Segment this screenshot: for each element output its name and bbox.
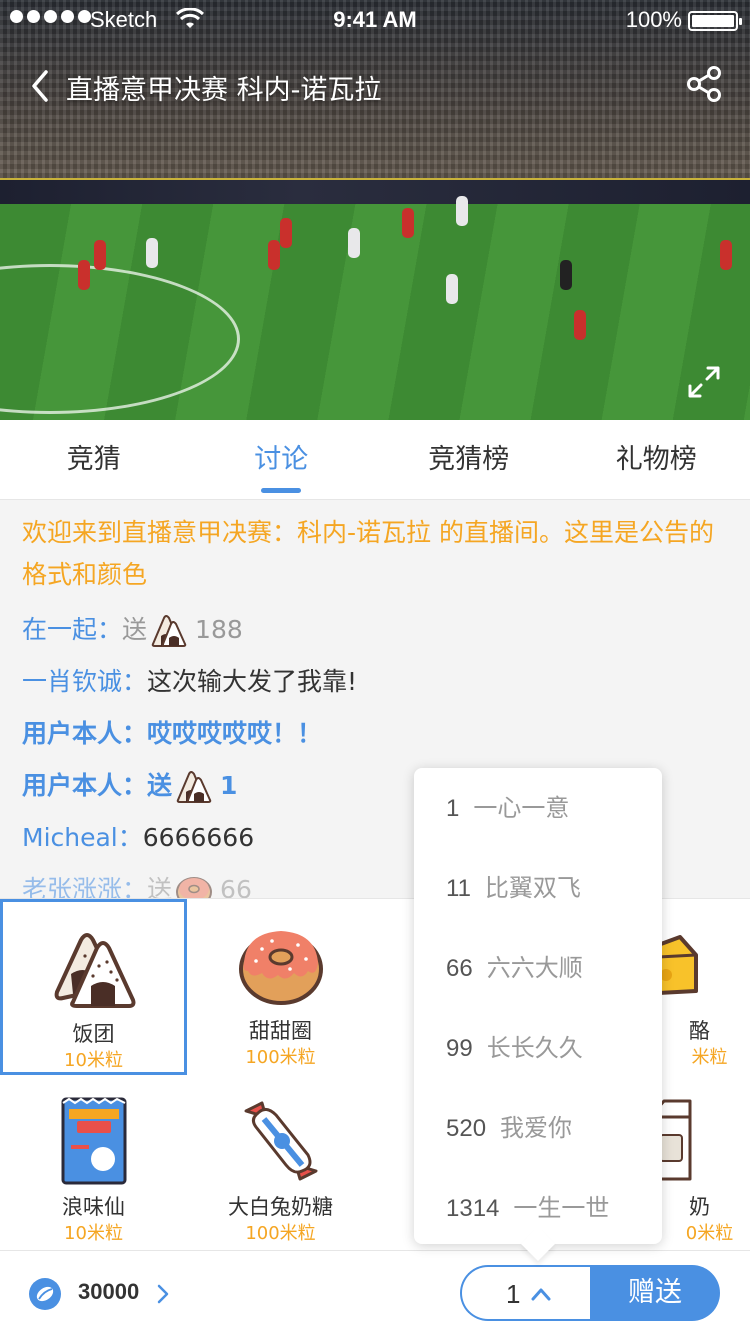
snack-bag-icon bbox=[61, 1097, 126, 1185]
message-text: 哎哎哎哎哎！！ bbox=[147, 719, 323, 748]
gift-count: 66 bbox=[220, 875, 252, 898]
video-player[interactable]: Sketch 9:41 AM 100% 直播意甲决赛 科内-诺瓦拉 bbox=[0, 0, 750, 420]
title-bar: 直播意甲决赛 科内-诺瓦拉 bbox=[0, 58, 750, 114]
gift-count: 188 bbox=[195, 615, 243, 644]
option-label: 一心一意 bbox=[473, 794, 570, 822]
donut-icon bbox=[238, 931, 323, 1005]
quantity-selector[interactable]: 1 bbox=[460, 1265, 590, 1321]
option-number: 520 bbox=[446, 1115, 487, 1142]
user-name[interactable]: 一肖钦诚 bbox=[22, 656, 122, 708]
tab-guess-ranking[interactable]: 竞猜榜 bbox=[375, 420, 563, 499]
tab-bar: 竞猜 讨论 竞猜榜 礼物榜 bbox=[0, 420, 750, 500]
chevron-right-icon[interactable] bbox=[154, 1281, 172, 1307]
option-number: 1 bbox=[446, 795, 460, 822]
gift-verb: 送 bbox=[147, 771, 173, 800]
option-number: 66 bbox=[446, 955, 473, 982]
gift-action-bar: 30000 1 赠送 bbox=[0, 1250, 750, 1334]
chat-message-self: 用户本人 ： 哎哎哎哎哎！！ bbox=[22, 708, 728, 760]
quantity-option[interactable]: 99 长长久久 bbox=[414, 1008, 662, 1088]
back-icon[interactable] bbox=[26, 66, 56, 106]
tab-discussion[interactable]: 讨论 bbox=[188, 420, 376, 499]
send-gift-button[interactable]: 赠送 bbox=[590, 1265, 720, 1321]
quantity-menu: 1 一心一意 11 比翼双飞 66 六六大顺 99 长长久久 520 我爱你 1314 一生… bbox=[414, 768, 662, 1244]
battery-percent: 100% bbox=[625, 7, 682, 32]
rice-ball-icon bbox=[176, 771, 212, 803]
user-name[interactable]: Micheal bbox=[22, 812, 118, 864]
option-label: 一生一世 bbox=[513, 1194, 610, 1222]
user-name[interactable]: 用户本人 bbox=[22, 760, 122, 812]
quantity-option[interactable]: 520 我爱你 bbox=[414, 1088, 662, 1168]
page-title: 直播意甲决赛 科内-诺瓦拉 bbox=[66, 75, 382, 106]
gift-item-snack[interactable]: 浪味仙 10米粒 bbox=[0, 1075, 187, 1251]
option-label: 我爱你 bbox=[500, 1114, 573, 1142]
gift-price: 10米粒 bbox=[64, 1223, 123, 1244]
option-number: 99 bbox=[446, 1035, 473, 1062]
option-number: 1314 bbox=[446, 1195, 500, 1222]
announcement: 欢迎来到直播意甲决赛：科内-诺瓦拉 的直播间。这里是公告的格式和颜色 bbox=[22, 518, 714, 589]
chevron-up-icon[interactable] bbox=[530, 1285, 552, 1303]
option-label: 比翼双飞 bbox=[484, 874, 581, 902]
option-label: 六六大顺 bbox=[486, 954, 583, 982]
separator: ： bbox=[122, 719, 148, 748]
user-name[interactable]: 用户本人 bbox=[22, 708, 122, 760]
gift-name: 饭团 bbox=[72, 1022, 115, 1046]
battery-icon bbox=[688, 11, 742, 31]
separator: ： bbox=[117, 823, 143, 852]
tab-guess[interactable]: 竞猜 bbox=[0, 420, 188, 499]
quantity-value: 1 bbox=[506, 1279, 521, 1309]
rice-coin-icon bbox=[29, 1278, 61, 1310]
user-name[interactable]: 在一起 bbox=[22, 604, 97, 656]
chat-message: 在一起 ： 送 188 bbox=[22, 604, 728, 656]
gift-price: 100米粒 bbox=[245, 1223, 316, 1244]
candy-icon bbox=[244, 1101, 317, 1181]
share-icon[interactable] bbox=[684, 64, 724, 104]
quantity-option[interactable]: 1 一心一意 bbox=[414, 768, 662, 848]
status-bar: Sketch 9:41 AM 100% bbox=[0, 0, 750, 40]
option-number: 11 bbox=[446, 875, 471, 902]
chat-message: 一肖钦诚 ： 这次输大发了我靠! bbox=[22, 656, 728, 708]
gift-verb: 送 bbox=[147, 875, 173, 898]
rice-ball-icon bbox=[151, 615, 187, 647]
separator: ： bbox=[97, 615, 123, 644]
gift-name: 大白兔奶糖 bbox=[228, 1195, 333, 1219]
option-label: 长长久久 bbox=[486, 1034, 583, 1062]
separator: ： bbox=[122, 771, 148, 800]
rice-ball-icon bbox=[54, 933, 135, 1008]
quantity-option[interactable]: 11 比翼双飞 bbox=[414, 848, 662, 928]
user-name[interactable]: 老张涨涨 bbox=[22, 864, 122, 898]
gift-item-donut[interactable]: 甜甜圈 100米粒 bbox=[187, 899, 374, 1075]
football-pitch bbox=[0, 196, 750, 420]
gift-item-candy[interactable]: 大白兔奶糖 100米粒 bbox=[187, 1075, 374, 1251]
message-text: 这次输大发了我靠! bbox=[147, 667, 358, 696]
donut-icon bbox=[176, 877, 213, 898]
gift-name: 浪味仙 bbox=[62, 1195, 125, 1219]
gift-verb: 送 bbox=[122, 615, 148, 644]
gift-item-rice-ball[interactable]: 饭团 10米粒 bbox=[0, 899, 187, 1075]
message-text: 6666666 bbox=[142, 823, 255, 852]
gift-name: 甜甜圈 bbox=[249, 1019, 312, 1043]
fullscreen-icon[interactable] bbox=[686, 364, 722, 400]
tab-gift-ranking[interactable]: 礼物榜 bbox=[563, 420, 750, 499]
quantity-option[interactable]: 1314 一生一世 bbox=[414, 1168, 662, 1248]
quantity-option[interactable]: 66 六六大顺 bbox=[414, 928, 662, 1008]
balance-amount[interactable]: 30000 bbox=[78, 1279, 139, 1305]
gift-price: 10米粒 bbox=[64, 1050, 123, 1071]
gift-price: 100米粒 bbox=[245, 1047, 316, 1068]
gift-count: 1 bbox=[220, 771, 238, 800]
advertising-boards bbox=[0, 178, 750, 204]
separator: ： bbox=[122, 667, 148, 696]
separator: ： bbox=[122, 875, 148, 898]
